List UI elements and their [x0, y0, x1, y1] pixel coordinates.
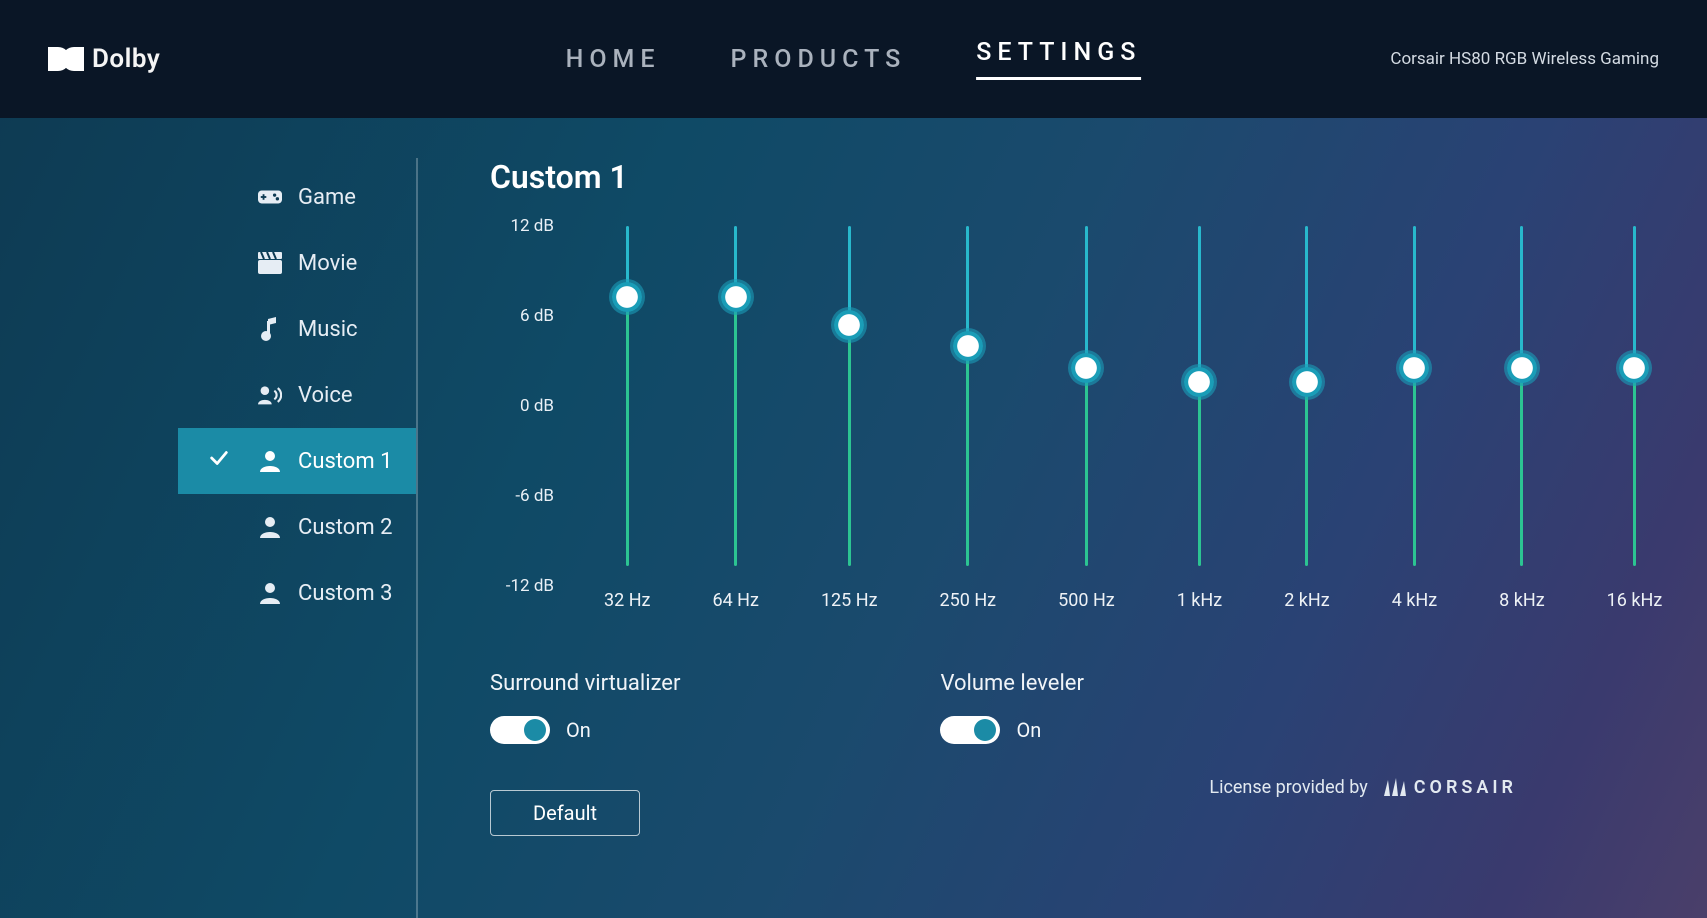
eq-slider[interactable]	[966, 226, 969, 566]
eq-slider[interactable]	[626, 226, 629, 566]
eq-y-tick: -12 dB	[490, 576, 554, 596]
sidebar-item-label: Custom 2	[298, 515, 392, 540]
eq-slider[interactable]	[1413, 226, 1416, 566]
eq-band: 32 Hz	[604, 226, 650, 611]
primary-nav: HOME PRODUCTS SETTINGS	[566, 38, 1142, 80]
content: Game Movie Music Voice	[0, 118, 1707, 918]
eq-slider[interactable]	[1305, 226, 1308, 566]
surround-toggle[interactable]	[490, 716, 550, 744]
eq-band: 1 kHz	[1177, 226, 1222, 611]
eq-freq-label: 8 kHz	[1499, 590, 1544, 611]
eq-band: 125 Hz	[821, 226, 878, 611]
sidebar-item-label: Music	[298, 317, 358, 342]
corsair-logo: CORSAIR	[1382, 777, 1517, 798]
gamepad-icon	[258, 188, 282, 206]
eq-slider-thumb[interactable]	[1619, 353, 1649, 383]
eq-slider-thumb[interactable]	[1071, 353, 1101, 383]
toggles-row: Surround virtualizer On Volume leveler O…	[490, 671, 1707, 744]
eq-freq-label: 250 Hz	[940, 590, 997, 611]
eq-slider-thumb[interactable]	[953, 331, 983, 361]
leveler-toggle[interactable]	[940, 716, 1000, 744]
eq-band: 64 Hz	[712, 226, 758, 611]
default-button[interactable]: Default	[490, 790, 640, 836]
sidebar-item-label: Custom 1	[298, 449, 392, 474]
sidebar-item-music[interactable]: Music	[178, 296, 416, 362]
surround-group: Surround virtualizer On	[490, 671, 680, 744]
eq-freq-label: 4 kHz	[1392, 590, 1437, 611]
dolby-logo-text: Dolby	[92, 44, 160, 74]
eq-slider-thumb[interactable]	[721, 282, 751, 312]
license-footer: License provided by CORSAIR	[1209, 777, 1517, 798]
sidebar-item-custom-1[interactable]: Custom 1	[178, 428, 416, 494]
person-icon	[258, 516, 282, 538]
sidebar-item-label: Custom 3	[298, 581, 392, 606]
eq-band: 500 Hz	[1058, 226, 1115, 611]
music-icon	[258, 317, 282, 341]
eq-band: 8 kHz	[1499, 226, 1544, 611]
profile-title: Custom 1	[490, 158, 1707, 196]
eq-slider[interactable]	[1520, 226, 1523, 566]
eq-freq-label: 64 Hz	[712, 590, 758, 611]
app-header: Dolby HOME PRODUCTS SETTINGS Corsair HS8…	[0, 0, 1707, 118]
eq-freq-label: 500 Hz	[1058, 590, 1115, 611]
sidebar-item-voice[interactable]: Voice	[178, 362, 416, 428]
eq-slider[interactable]	[1198, 226, 1201, 566]
sidebar-item-label: Game	[298, 185, 356, 210]
eq-slider-thumb[interactable]	[1507, 353, 1537, 383]
nav-home[interactable]: HOME	[566, 45, 661, 74]
surround-label: Surround virtualizer	[490, 671, 680, 696]
eq-freq-label: 2 kHz	[1284, 590, 1329, 611]
eq-y-tick: -6 dB	[490, 486, 554, 506]
person-icon	[258, 450, 282, 472]
eq-y-tick: 12 dB	[490, 216, 554, 236]
eq-y-tick: 0 dB	[490, 396, 554, 416]
sidebar-item-movie[interactable]: Movie	[178, 230, 416, 296]
eq-y-axis: 12 dB 6 dB 0 dB -6 dB -12 dB	[490, 226, 554, 586]
eq-freq-label: 32 Hz	[604, 590, 650, 611]
eq-slider-thumb[interactable]	[1184, 367, 1214, 397]
sidebar-item-custom-2[interactable]: Custom 2	[178, 494, 416, 560]
sidebar-item-custom-3[interactable]: Custom 3	[178, 560, 416, 626]
sidebar-item-label: Voice	[298, 383, 353, 408]
sidebar-item-label: Movie	[298, 251, 357, 276]
leveler-group: Volume leveler On	[940, 671, 1083, 744]
equalizer: 12 dB 6 dB 0 dB -6 dB -12 dB 32 Hz 64 Hz 1…	[490, 226, 1707, 611]
eq-band: 250 Hz	[940, 226, 997, 611]
dolby-logo-icon	[48, 47, 84, 71]
eq-band: 4 kHz	[1392, 226, 1437, 611]
license-text: License provided by	[1209, 777, 1367, 798]
nav-products[interactable]: PRODUCTS	[731, 45, 907, 74]
eq-slider-thumb[interactable]	[612, 282, 642, 312]
eq-slider[interactable]	[1085, 226, 1088, 566]
eq-slider-thumb[interactable]	[1399, 353, 1429, 383]
eq-slider-thumb[interactable]	[834, 310, 864, 340]
sidebar-item-game[interactable]: Game	[178, 164, 416, 230]
profile-sidebar: Game Movie Music Voice	[178, 158, 418, 918]
eq-freq-label: 16 kHz	[1607, 590, 1663, 611]
nav-settings[interactable]: SETTINGS	[976, 38, 1141, 80]
eq-band: 2 kHz	[1284, 226, 1329, 611]
main-panel: Custom 1 12 dB 6 dB 0 dB -6 dB -12 dB 32…	[418, 158, 1707, 918]
check-icon	[208, 447, 230, 475]
leveler-state: On	[1016, 718, 1041, 742]
eq-slider[interactable]	[1633, 226, 1636, 566]
leveler-label: Volume leveler	[940, 671, 1083, 696]
eq-band: 16 kHz	[1607, 226, 1663, 611]
eq-slider[interactable]	[848, 226, 851, 566]
surround-state: On	[566, 718, 591, 742]
eq-slider[interactable]	[734, 226, 737, 566]
dolby-logo: Dolby	[48, 44, 160, 74]
current-device-label: Corsair HS80 RGB Wireless Gaming	[1390, 49, 1659, 69]
eq-freq-label: 1 kHz	[1177, 590, 1222, 611]
voice-icon	[258, 384, 282, 406]
eq-y-tick: 6 dB	[490, 306, 554, 326]
eq-freq-label: 125 Hz	[821, 590, 878, 611]
eq-slider-thumb[interactable]	[1292, 367, 1322, 397]
corsair-name: CORSAIR	[1414, 777, 1517, 798]
clapper-icon	[258, 252, 282, 274]
corsair-sails-icon	[1382, 778, 1408, 798]
person-icon	[258, 582, 282, 604]
eq-bands: 32 Hz 64 Hz 125 Hz 250 Hz 500 Hz 1 kHz 2 kHz 4 …	[604, 226, 1662, 611]
